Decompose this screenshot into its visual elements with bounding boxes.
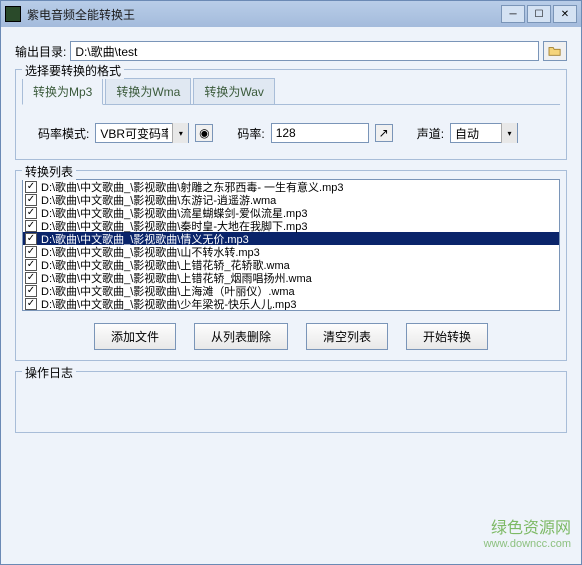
- checkbox-icon[interactable]: ✓: [25, 233, 37, 245]
- dropdown-icon[interactable]: ▾: [501, 123, 517, 143]
- channel-value[interactable]: [451, 124, 501, 142]
- minimize-button[interactable]: ─: [501, 5, 525, 23]
- checkbox-icon[interactable]: ✓: [25, 194, 37, 206]
- file-list[interactable]: ✓D:\歌曲\中文歌曲_\影视歌曲\射雕之东邪西毒- 一生有意义.mp3✓D:\…: [22, 179, 560, 311]
- clear-button[interactable]: 清空列表: [306, 323, 388, 350]
- bitrate-input-wrap[interactable]: [271, 123, 369, 143]
- add-file-button[interactable]: 添加文件: [94, 323, 176, 350]
- window-title: 紫电音频全能转换王: [27, 6, 501, 23]
- output-path-input[interactable]: [70, 41, 539, 61]
- checkbox-icon[interactable]: ✓: [25, 246, 37, 258]
- bitrate-mode-label: 码率模式:: [38, 125, 89, 142]
- checkbox-icon[interactable]: ✓: [25, 220, 37, 232]
- browse-button[interactable]: [543, 41, 567, 61]
- list-legend: 转换列表: [22, 163, 76, 180]
- dropdown-icon[interactable]: ▾: [172, 123, 188, 143]
- watermark: 绿色资源网 www.downcc.com: [484, 514, 571, 550]
- app-icon: [5, 6, 21, 22]
- checkbox-icon[interactable]: ✓: [25, 298, 37, 310]
- window-controls: ─ ☐ ✕: [501, 5, 577, 23]
- list-fieldset: 转换列表 ✓D:\歌曲\中文歌曲_\影视歌曲\射雕之东邪西毒- 一生有意义.mp…: [15, 170, 567, 361]
- checkbox-icon[interactable]: ✓: [25, 259, 37, 271]
- tab-0[interactable]: 转换为Mp3: [22, 78, 103, 105]
- button-row: 添加文件 从列表删除 清空列表 开始转换: [22, 323, 560, 350]
- list-item[interactable]: ✓ D:\歌曲\中文歌曲_\影视歌曲\少年梁祝-快乐人儿.mp3: [23, 297, 559, 310]
- checkbox-icon[interactable]: ✓: [25, 207, 37, 219]
- output-label: 输出目录:: [15, 43, 66, 60]
- bitrate-mode-stepper[interactable]: ◉: [195, 124, 213, 142]
- checkbox-icon[interactable]: ✓: [25, 272, 37, 284]
- output-row: 输出目录:: [15, 41, 567, 61]
- channel-select[interactable]: ▾: [450, 123, 518, 143]
- list-item-path: D:\歌曲\中文歌曲_\影视歌曲\少年梁祝-快乐人儿.mp3: [41, 296, 296, 312]
- start-button[interactable]: 开始转换: [406, 323, 488, 350]
- close-button[interactable]: ✕: [553, 5, 577, 23]
- channel-label: 声道:: [417, 125, 444, 142]
- bitrate-label: 码率:: [237, 125, 264, 142]
- bitrate-input[interactable]: [272, 124, 368, 142]
- bitrate-mode-value[interactable]: [96, 124, 172, 142]
- tab-2[interactable]: 转换为Wav: [193, 78, 275, 104]
- checkbox-icon[interactable]: ✓: [25, 181, 37, 193]
- titlebar: 紫电音频全能转换王 ─ ☐ ✕: [1, 1, 581, 27]
- log-legend: 操作日志: [22, 364, 76, 381]
- format-tabs: 转换为Mp3转换为Wma转换为Wav: [22, 78, 560, 105]
- app-window: 紫电音频全能转换王 ─ ☐ ✕ 输出目录: 选择要转换的格式 转换为Mp3转换为…: [0, 0, 582, 565]
- format-fieldset: 选择要转换的格式 转换为Mp3转换为Wma转换为Wav 码率模式: ▾ ◉ 码率…: [15, 69, 567, 160]
- content-area: 输出目录: 选择要转换的格式 转换为Mp3转换为Wma转换为Wav 码率模式: …: [1, 27, 581, 443]
- watermark-url: www.downcc.com: [484, 538, 571, 550]
- tab-1[interactable]: 转换为Wma: [105, 78, 191, 104]
- log-fieldset: 操作日志: [15, 371, 567, 433]
- remove-button[interactable]: 从列表删除: [194, 323, 288, 350]
- bitrate-slider-button[interactable]: ↗: [375, 124, 393, 142]
- maximize-button[interactable]: ☐: [527, 5, 551, 23]
- folder-open-icon: [548, 45, 562, 57]
- watermark-name: 绿色资源网: [484, 514, 571, 538]
- checkbox-icon[interactable]: ✓: [25, 285, 37, 297]
- params-row: 码率模式: ▾ ◉ 码率: ↗ 声道: ▾: [22, 117, 560, 149]
- format-legend: 选择要转换的格式: [22, 62, 124, 79]
- bitrate-mode-select[interactable]: ▾: [95, 123, 189, 143]
